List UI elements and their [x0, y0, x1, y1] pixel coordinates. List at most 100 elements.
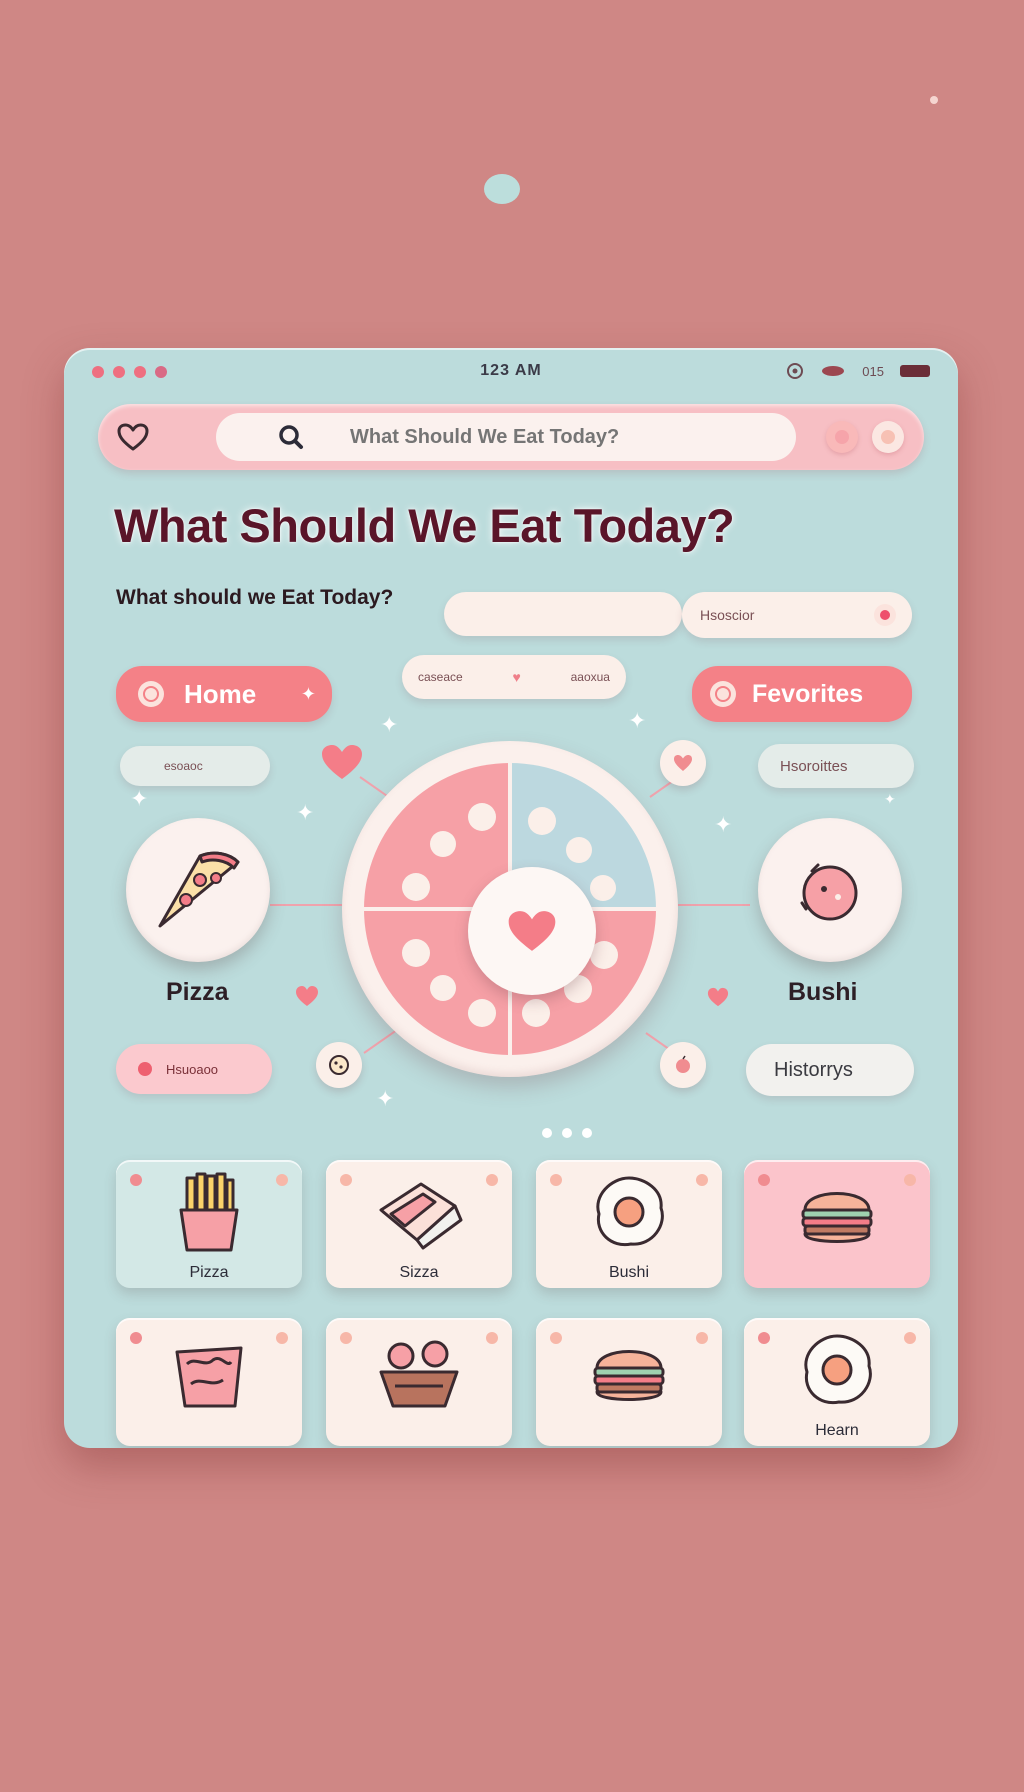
search-input[interactable]: [348, 424, 732, 450]
sparkle-icon: ✦: [714, 812, 733, 837]
food-tile[interactable]: [326, 1318, 512, 1446]
sweets-icon: [674, 755, 692, 771]
favorites-pill[interactable]: Hsoroittes: [758, 744, 914, 788]
food-dot-icon: [522, 999, 550, 1027]
tile-badge-dot: [696, 1332, 708, 1344]
history-button-label: Hsuoaoo: [166, 1061, 219, 1077]
tile-badge-dot: [904, 1332, 916, 1344]
tile-badge-dot: [340, 1332, 352, 1344]
food-dot-icon: [430, 975, 456, 1001]
tile-badge-dot: [550, 1174, 562, 1186]
food-wheel[interactable]: [342, 741, 678, 1077]
heart-outline-icon: [117, 423, 149, 451]
pizza-label: Pizza: [166, 978, 229, 1006]
dessert-bubble[interactable]: [660, 740, 706, 786]
tile-badge-dot: [276, 1174, 288, 1186]
tile-badge-dot: [696, 1174, 708, 1186]
sparkle-icon: ✦: [380, 712, 399, 737]
center-toggle-right: aaoxua: [570, 670, 610, 684]
sushi-label: Bushi: [788, 978, 858, 1006]
pizza-option[interactable]: [126, 818, 270, 962]
home-icon: [138, 681, 164, 707]
food-tile[interactable]: [116, 1318, 302, 1446]
sushi-option[interactable]: [758, 818, 902, 962]
category-pill[interactable]: esoaoc: [120, 746, 270, 786]
search-icon: [279, 425, 303, 449]
wifi-icon: [822, 366, 845, 376]
center-toggle-pill[interactable]: caseace ♥ aaoxua: [402, 655, 626, 699]
history-button[interactable]: Hsuoaoo: [116, 1044, 272, 1094]
page-subtitle: What should we Eat Today?: [116, 586, 394, 609]
home-button[interactable]: Home ✦: [116, 666, 332, 722]
home-label: Home: [184, 678, 257, 709]
tile-badge-dot: [486, 1332, 498, 1344]
tile-badge-dot: [486, 1174, 498, 1186]
favorites-button[interactable]: Fevorites: [692, 666, 912, 722]
history-pill-label: Hsoscior: [700, 607, 755, 623]
food-tile[interactable]: Sizza: [326, 1160, 512, 1288]
tile-badge-dot: [758, 1332, 770, 1344]
status-bar: 123 AM 015: [64, 348, 958, 398]
tile-badge-dot: [340, 1174, 352, 1186]
pager-dot[interactable]: [562, 1128, 572, 1138]
center-toggle-left: caseace: [418, 670, 463, 684]
tile-badge-dot: [550, 1332, 562, 1344]
food-dot-icon: [402, 939, 430, 967]
search-field[interactable]: [216, 413, 796, 461]
app-window: 123 AM 015 What Should We Eat Today? Wha…: [64, 348, 958, 1448]
favorite-button[interactable]: [112, 416, 154, 458]
heart-small-icon: ♥: [512, 669, 521, 685]
food-tile[interactable]: Hearn: [744, 1318, 930, 1446]
food-tile[interactable]: [536, 1318, 722, 1446]
heart-small-icon: [707, 987, 729, 1007]
food-tile-label: Bushi: [608, 1264, 650, 1281]
connector-line: [678, 904, 750, 906]
battery-percent: 015: [862, 363, 884, 379]
sparkle-icon: ✦: [300, 683, 316, 704]
subtitle-input-pill[interactable]: [444, 592, 682, 636]
pager-dot[interactable]: [542, 1128, 552, 1138]
favorites-pill-label: Hsoroittes: [780, 757, 848, 775]
heart-icon: [508, 911, 556, 951]
sparkle-icon: ✦: [296, 800, 315, 825]
signal-icon: [787, 363, 804, 379]
battery-icon: [900, 365, 930, 377]
sparkle-icon: ✦: [884, 791, 896, 807]
fruit-bubble[interactable]: [660, 1042, 706, 1088]
sparkle-icon: ✦: [376, 1086, 395, 1111]
favorites-label: Fevorites: [752, 679, 864, 708]
page-title: What Should We Eat Today?: [114, 499, 735, 552]
food-tile[interactable]: Pizza: [116, 1160, 302, 1288]
tile-badge-dot: [758, 1174, 770, 1186]
food-tile[interactable]: Bushi: [536, 1160, 722, 1288]
spin-button[interactable]: [468, 867, 596, 995]
sushi-icon: [800, 863, 858, 921]
histories-label: Historrys: [774, 1058, 853, 1081]
heart-icon: [322, 745, 362, 779]
carousel-pager[interactable]: [542, 1128, 592, 1138]
sparkle-icon: ✦: [628, 708, 647, 733]
food-tile-label: Hearn: [815, 1422, 859, 1439]
decorative-dot: [930, 96, 938, 104]
history-pill[interactable]: Hsoscior: [682, 592, 912, 638]
filter-button[interactable]: [826, 421, 858, 453]
category-pill-label: esoaoc: [164, 759, 203, 773]
tile-badge-dot: [904, 1174, 916, 1186]
record-dot-icon: [138, 1062, 152, 1076]
search-bar: [98, 404, 924, 470]
heart-small-icon: [296, 986, 318, 1006]
food-tile[interactable]: [744, 1160, 930, 1288]
food-tile-label: Pizza: [189, 1264, 229, 1281]
connector-line: [270, 904, 342, 906]
snack-bubble[interactable]: [316, 1042, 362, 1088]
tile-badge-dot: [130, 1174, 142, 1186]
food-dot-icon: [566, 837, 592, 863]
pager-dot[interactable]: [582, 1128, 592, 1138]
fruit-icon: [676, 1055, 690, 1073]
profile-button[interactable]: [872, 421, 904, 453]
pizza-icon: [158, 851, 240, 928]
histories-button[interactable]: Historrys: [746, 1044, 914, 1096]
food-dot-icon: [590, 875, 616, 901]
food-dot-icon: [402, 873, 430, 901]
sparkle-icon: ✦: [130, 786, 149, 811]
